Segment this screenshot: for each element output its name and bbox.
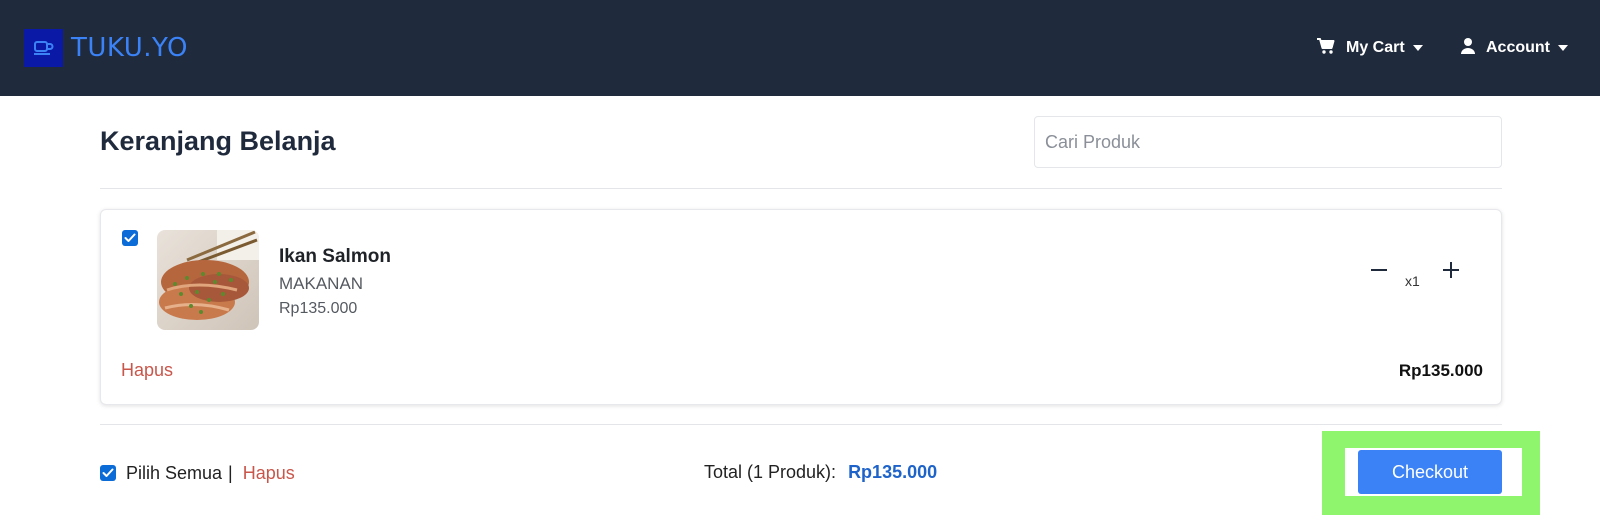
cart-item-card: Ikan Salmon MAKANAN Rp135.000 x1 Hapus R… [100, 209, 1502, 405]
remove-item-link[interactable]: Hapus [121, 360, 173, 381]
page-title: Keranjang Belanja [100, 126, 336, 156]
caret-down-icon [1558, 45, 1568, 51]
check-icon [102, 468, 114, 477]
product-category: MAKANAN [279, 274, 364, 293]
caret-down-icon [1412, 45, 1423, 51]
nav-account-label: Account [1486, 39, 1550, 56]
brand[interactable]: TUKU.YO [24, 29, 188, 67]
remove-selected-link[interactable]: Hapus [243, 463, 295, 484]
checkout-button[interactable]: Checkout [1358, 450, 1502, 494]
total-label: Total (1 Produk): [704, 462, 837, 482]
footer-separator: | [228, 462, 233, 483]
item-checkbox[interactable] [122, 230, 138, 246]
product-name[interactable]: Ikan Salmon [279, 246, 391, 268]
cart-total: Total (1 Produk): Rp135.000 [704, 462, 937, 483]
nav-account[interactable]: Account [1460, 36, 1568, 60]
cart-icon [1316, 37, 1336, 60]
total-value: Rp135.000 [848, 462, 938, 482]
brand-name: TUKU.YO [71, 33, 188, 63]
plus-icon [1443, 262, 1459, 278]
user-icon [1460, 37, 1476, 60]
nav-my-cart[interactable]: My Cart [1316, 36, 1423, 60]
quantity-decrease-button[interactable] [1369, 260, 1389, 280]
select-all-label[interactable]: Pilih Semua [126, 463, 222, 484]
navbar: TUKU.YO My Cart Account [0, 0, 1600, 96]
item-line-total: Rp135.000 [1398, 361, 1483, 380]
nav-my-cart-label: My Cart [1346, 39, 1405, 56]
minus-icon [1371, 269, 1387, 271]
check-icon [124, 233, 136, 242]
product-image[interactable] [157, 230, 259, 330]
divider [100, 188, 1502, 189]
search-input[interactable] [1034, 116, 1502, 168]
footer-select-row: Pilih Semua | Hapus [100, 460, 295, 486]
coffee-cup-icon [24, 29, 63, 67]
quantity-value: x1 [1405, 273, 1420, 289]
product-price: Rp135.000 [279, 300, 358, 317]
divider [100, 424, 1502, 425]
select-all-checkbox[interactable] [100, 465, 116, 481]
quantity-increase-button[interactable] [1441, 260, 1461, 280]
